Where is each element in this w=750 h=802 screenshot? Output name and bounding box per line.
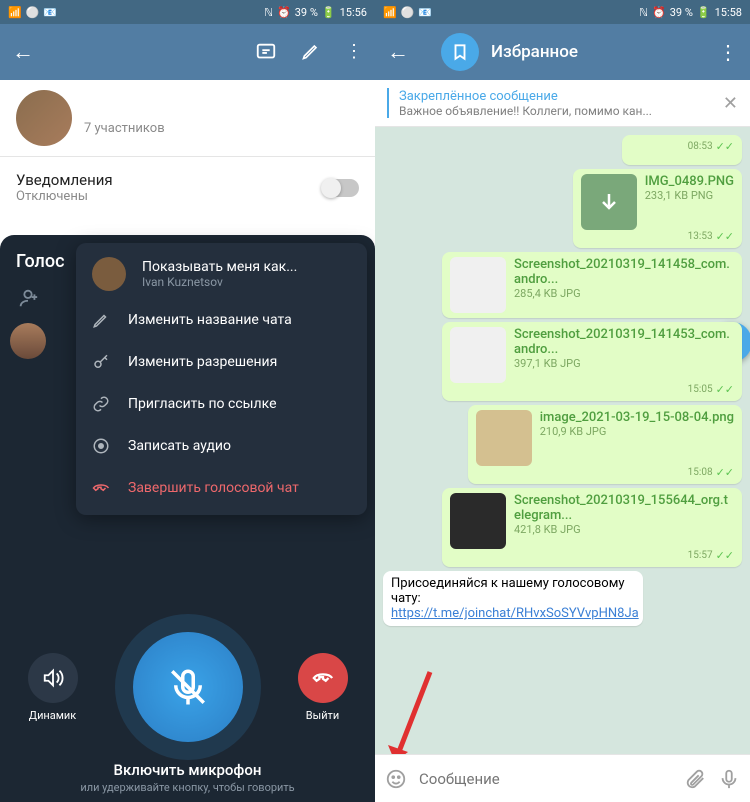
notifications-row[interactable]: Уведомления Отключены — [0, 156, 375, 218]
notif-title: Уведомления — [16, 171, 113, 189]
voice-menu: Показывать меня как... Ivan Kuznetsov Из… — [76, 243, 367, 515]
comment-icon[interactable] — [255, 41, 277, 63]
invite-link[interactable]: https://t.me/joinchat/RHvxSoSYVvpHN8Ja — [391, 606, 639, 621]
file-message[interactable]: Screenshot_20210319_141458_com.andro... … — [442, 252, 742, 318]
wifi-icon: ⚪ — [401, 6, 415, 19]
group-avatar — [16, 90, 72, 146]
battery-icon: 🔋 — [322, 6, 336, 19]
back-arrow-icon[interactable]: ← — [12, 39, 34, 65]
notif-toggle[interactable] — [323, 179, 359, 197]
chat-header: ← Избранное ⋮ — [375, 24, 750, 80]
participant-avatar[interactable] — [10, 323, 46, 359]
message-input[interactable] — [419, 770, 672, 788]
voice-chat-title: Голос — [16, 251, 64, 272]
chat-header: ← ⋮ — [0, 24, 375, 80]
app-icon: 📧 — [43, 6, 57, 19]
chat-title[interactable]: Избранное — [491, 42, 706, 62]
file-message[interactable]: Screenshot_20210319_155644_org.telegram.… — [442, 488, 742, 567]
menu-invite[interactable]: Пригласить по ссылке — [76, 383, 367, 425]
user-avatar-icon — [92, 257, 126, 291]
alarm-icon: ⏰ — [652, 6, 666, 19]
clock-text: 15:58 — [715, 6, 742, 19]
download-icon[interactable] — [581, 174, 637, 230]
mic-button[interactable] — [133, 632, 243, 742]
file-message[interactable]: image_2021-03-19_15-08-04.png 210,9 KB J… — [468, 405, 742, 484]
alarm-icon: ⏰ — [277, 6, 291, 19]
chat-body[interactable]: 08:53✓✓ IMG_0489.PNG 233,1 KB PNG 13:53✓… — [375, 127, 750, 777]
thumbnail — [450, 257, 506, 313]
group-members: 7 участников — [84, 121, 359, 136]
battery-text: 39 % — [670, 6, 693, 19]
signal-icon: 📶 — [8, 6, 22, 19]
group-profile[interactable]: 7 участников — [0, 80, 375, 156]
link-icon — [92, 395, 112, 413]
message[interactable]: 08:53✓✓ — [622, 135, 742, 165]
pencil-icon — [92, 311, 112, 329]
saved-messages-icon — [441, 33, 479, 71]
speaker-button[interactable]: Динамик — [28, 653, 78, 722]
pinned-message[interactable]: Закреплённое сообщение Важное объявление… — [375, 80, 750, 127]
record-icon — [92, 437, 112, 455]
clock-text: 15:56 — [340, 6, 367, 19]
status-bar: 📶 ⚪ 📧 ℕ ⏰ 39 % 🔋 15:58 — [375, 0, 750, 24]
nfc-icon: ℕ — [639, 6, 648, 19]
battery-icon: 🔋 — [697, 6, 711, 19]
file-message[interactable]: IMG_0489.PNG 233,1 KB PNG 13:53✓✓ — [573, 169, 742, 248]
pinned-title: Закреплённое сообщение — [399, 89, 652, 104]
thumbnail — [476, 410, 532, 466]
pinned-text: Важное объявление!! Коллеги, помимо кан.… — [399, 104, 652, 118]
app-icon: 📧 — [418, 6, 432, 19]
leave-button[interactable]: Выйти — [298, 653, 348, 722]
text-message[interactable]: Присоединяйся к нашему голосовому чату: … — [383, 571, 643, 626]
emoji-icon[interactable] — [385, 768, 407, 790]
add-person-icon[interactable] — [17, 287, 39, 309]
group-name — [84, 101, 204, 117]
key-icon — [92, 353, 112, 371]
wifi-icon: ⚪ — [26, 6, 40, 19]
edit-icon[interactable] — [301, 41, 321, 63]
file-message[interactable]: Screenshot_20210319_141453_com.andro... … — [442, 322, 742, 401]
more-icon[interactable]: ⋮ — [718, 40, 738, 64]
back-arrow-icon[interactable]: ← — [387, 39, 409, 65]
menu-rename[interactable]: Изменить название чата — [76, 299, 367, 341]
mic-caption: Включить микрофон или удерживайте кнопку… — [0, 761, 375, 794]
notif-sub: Отключены — [16, 189, 113, 204]
menu-show-as[interactable]: Показывать меня как... Ivan Kuznetsov — [76, 249, 367, 299]
menu-record[interactable]: Записать аудио — [76, 425, 367, 467]
battery-text: 39 % — [295, 6, 318, 19]
status-bar: 📶 ⚪ 📧 ℕ ⏰ 39 % 🔋 15:56 — [0, 0, 375, 24]
menu-permissions[interactable]: Изменить разрешения — [76, 341, 367, 383]
message-input-bar — [375, 754, 750, 802]
close-icon[interactable]: ✕ — [723, 93, 738, 114]
signal-icon: 📶 — [383, 6, 397, 19]
menu-end-call[interactable]: Завершить голосовой чат — [76, 467, 367, 509]
attach-icon[interactable] — [684, 768, 706, 790]
hangup-icon — [92, 479, 112, 497]
mic-icon[interactable] — [718, 768, 740, 790]
nfc-icon: ℕ — [264, 6, 273, 19]
thumbnail — [450, 493, 506, 549]
more-icon[interactable]: ⋮ — [345, 41, 363, 63]
thumbnail — [450, 327, 506, 383]
voice-chat-sheet: Голос Показывать меня как... Ivan Kuznet… — [0, 235, 375, 802]
pin-indicator — [387, 88, 389, 118]
